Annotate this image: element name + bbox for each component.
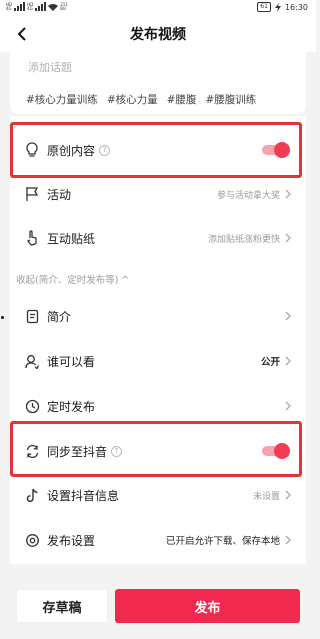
topic-tag[interactable]: #核心力量训练 — [26, 92, 98, 107]
collapse-toggle[interactable]: 收起(简介、定时发布等) ^ — [16, 272, 129, 286]
publish-settings-value: 已开启允许下载、保存本地 — [165, 536, 280, 547]
sync-douyin-text: 同步至抖音 — [47, 444, 108, 459]
help-icon[interactable]: ? — [111, 445, 123, 457]
net-speed-unit: B/s — [60, 5, 67, 11]
publish-settings-row[interactable]: 发布设置 已开启允许下载、保存本地 — [10, 518, 306, 562]
original-content-row[interactable]: 原创内容 ? — [10, 128, 306, 172]
topic-tag[interactable]: #腰腹训练 — [205, 92, 256, 107]
original-content-label: 原创内容 ? — [47, 142, 111, 159]
sticker-row[interactable]: 互动贴纸 添加贴纸涨粉更快 — [10, 216, 306, 260]
scheduled-label: 定时发布 — [47, 399, 96, 414]
intro-row[interactable]: 简介 — [10, 294, 306, 338]
sim-indicator: HD 4G — [6, 2, 12, 11]
signal-icon — [14, 2, 26, 11]
visibility-label: 谁可以看 — [47, 354, 96, 369]
lightbulb-icon — [24, 142, 40, 158]
status-left: HD 4G HD 4G 211 B/s — [6, 2, 68, 11]
page-title: 发布视频 — [130, 27, 186, 43]
chevron-right-icon — [285, 490, 291, 500]
gear-icon — [24, 532, 40, 548]
activity-row[interactable]: 活动 参与活动拿大奖 — [10, 172, 306, 216]
douyin-icon — [24, 487, 40, 503]
scheduled-row[interactable]: 定时发布 — [10, 384, 306, 428]
chevron-right-icon — [285, 535, 291, 545]
sticker-label: 互动贴纸 — [47, 231, 96, 246]
sync-douyin-label: 同步至抖音 ? — [47, 443, 123, 460]
charging-icon — [274, 2, 281, 12]
sim2-indicator: HD 4G — [27, 2, 33, 11]
douyin-info-value: 未设置 — [252, 491, 280, 502]
topics-card: 添加话题 #核心力量训练 #核心力量 #腰腹 #腰腹训练 — [10, 52, 306, 114]
douyin-info-row[interactable]: 设置抖音信息 未设置 — [10, 473, 306, 517]
marker-dot — [1, 316, 4, 319]
sync-douyin-toggle[interactable] — [262, 443, 290, 459]
status-bar: HD 4G HD 4G 211 B/s 61 16:30 — [0, 0, 316, 16]
clock-time: 16:30 — [284, 2, 308, 12]
chevron-right-icon — [285, 189, 291, 199]
hand-pointer-icon — [24, 230, 40, 246]
visibility-row[interactable]: 谁可以看 公开 — [10, 339, 306, 383]
douyin-info-label: 设置抖音信息 — [47, 488, 120, 503]
topic-tags: #核心力量训练 #核心力量 #腰腹 #腰腹训练 — [26, 92, 256, 107]
user-icon — [24, 353, 40, 369]
publish-settings-label: 发布设置 — [47, 533, 96, 548]
bottom-bar: 存草稿 发布 — [0, 578, 316, 639]
help-icon[interactable]: ? — [99, 144, 111, 156]
net-speed: 211 B/s — [60, 2, 68, 11]
chevron-left-icon — [17, 27, 26, 41]
signal2-icon — [35, 2, 47, 11]
document-icon — [24, 308, 40, 324]
topic-input[interactable]: 添加话题 — [28, 59, 72, 75]
save-draft-button[interactable]: 存草稿 — [16, 589, 108, 623]
chevron-right-icon — [285, 311, 291, 321]
intro-label: 简介 — [47, 309, 72, 324]
sticker-value: 添加贴纸涨粉更快 — [207, 234, 280, 245]
chevron-right-icon — [285, 233, 291, 243]
wifi-icon — [48, 3, 59, 11]
back-button[interactable] — [10, 22, 34, 46]
topic-tag[interactable]: #核心力量 — [107, 92, 158, 107]
net2-label: 4G — [27, 5, 33, 11]
original-content-toggle[interactable] — [262, 142, 290, 158]
battery-icon: 61 — [257, 2, 271, 12]
nav-bar: 发布视频 — [0, 16, 316, 52]
publish-button[interactable]: 发布 — [115, 589, 300, 623]
visibility-value: 公开 — [260, 357, 280, 368]
topic-tag[interactable]: #腰腹 — [167, 92, 197, 107]
chevron-right-icon — [285, 401, 291, 411]
activity-label: 活动 — [47, 187, 72, 202]
original-content-text: 原创内容 — [47, 143, 96, 158]
clock-icon — [24, 398, 40, 414]
sync-douyin-row[interactable]: 同步至抖音 ? — [10, 429, 306, 473]
settings-card: 原创内容 ? 活动 参与活动拿大奖 互动贴纸 添加贴纸涨粉更快 收起(简介、定时… — [10, 116, 306, 564]
sync-icon — [24, 443, 40, 459]
chevron-right-icon — [285, 356, 291, 366]
status-right: 61 16:30 — [257, 2, 308, 12]
flag-icon — [24, 186, 40, 202]
net1-label: 4G — [6, 5, 12, 11]
activity-value: 参与活动拿大奖 — [216, 190, 280, 201]
